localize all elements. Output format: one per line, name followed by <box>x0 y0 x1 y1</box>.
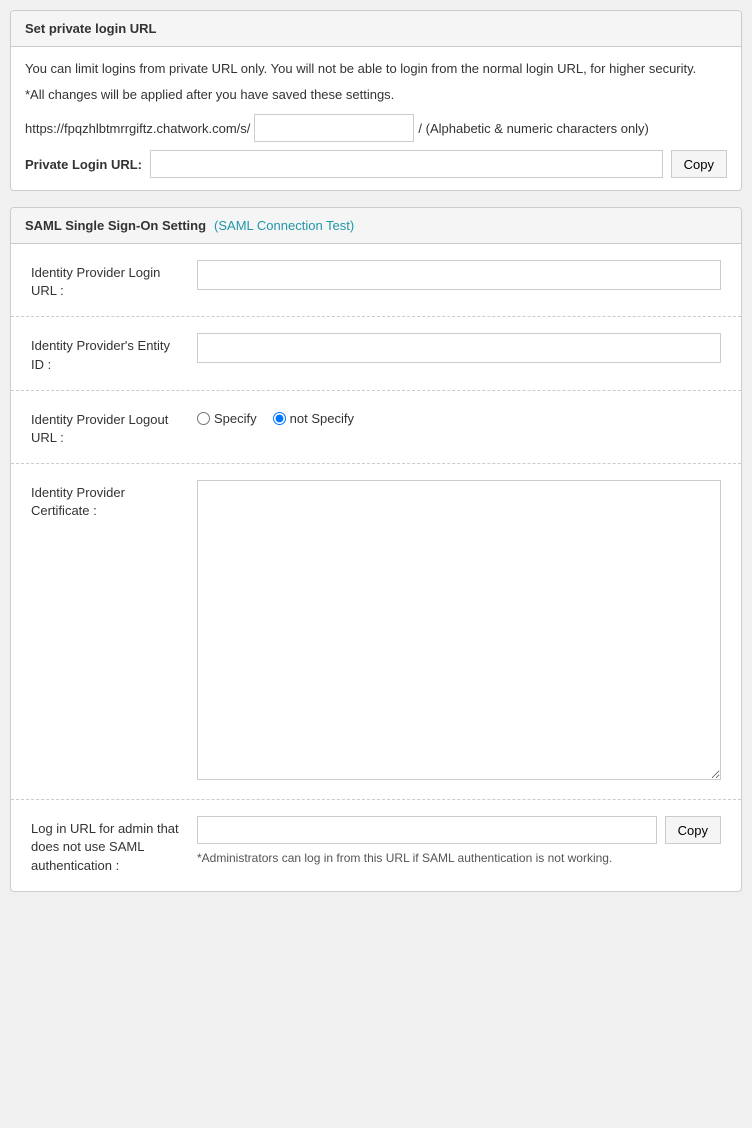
private-login-copy-button[interactable]: Copy <box>671 150 727 178</box>
idp-logout-url-field: Specify not Specify <box>197 407 721 426</box>
url-construction-row: https://fpqzhlbtmrrgiftz.chatwork.com/s/… <box>25 114 727 142</box>
idp-certificate-row: Identity Provider Certificate : <box>11 464 741 800</box>
saml-title: SAML Single Sign-On Setting <box>25 218 206 233</box>
url-suffix: / (Alphabetic & numeric characters only) <box>418 121 648 136</box>
saml-card: SAML Single Sign-On Setting (SAML Connec… <box>10 207 742 892</box>
idp-certificate-textarea[interactable] <box>197 480 721 780</box>
admin-login-url-input[interactable] <box>197 816 657 844</box>
private-login-row: Private Login URL: Copy <box>25 150 727 178</box>
specify-radio[interactable] <box>197 412 210 425</box>
admin-login-url-field: Copy *Administrators can log in from thi… <box>197 816 721 867</box>
idp-entity-id-row: Identity Provider's Entity ID : <box>11 317 741 390</box>
info-line1: You can limit logins from private URL on… <box>25 59 727 79</box>
idp-entity-id-field <box>197 333 721 363</box>
not-specify-option[interactable]: not Specify <box>273 411 354 426</box>
idp-certificate-field <box>197 480 721 783</box>
admin-note: *Administrators can log in from this URL… <box>197 850 721 867</box>
private-login-header: Set private login URL <box>11 11 741 47</box>
specify-label: Specify <box>214 411 257 426</box>
idp-logout-url-label: Identity Provider Logout URL : <box>31 407 181 447</box>
admin-url-row: Copy <box>197 816 721 844</box>
private-login-label: Private Login URL: <box>25 157 142 172</box>
admin-login-url-row: Log in URL for admin that does not use S… <box>11 800 741 891</box>
logout-url-radio-group: Specify not Specify <box>197 407 721 426</box>
idp-logout-url-row: Identity Provider Logout URL : Specify n… <box>11 391 741 464</box>
saml-header: SAML Single Sign-On Setting (SAML Connec… <box>11 208 741 244</box>
idp-certificate-label: Identity Provider Certificate : <box>31 480 181 520</box>
admin-copy-button[interactable]: Copy <box>665 816 721 844</box>
idp-login-url-label: Identity Provider Login URL : <box>31 260 181 300</box>
saml-body: Identity Provider Login URL : Identity P… <box>11 244 741 891</box>
idp-entity-id-input[interactable] <box>197 333 721 363</box>
idp-login-url-row: Identity Provider Login URL : <box>11 244 741 317</box>
private-login-body: You can limit logins from private URL on… <box>11 47 741 190</box>
idp-entity-id-label: Identity Provider's Entity ID : <box>31 333 181 373</box>
admin-login-url-label: Log in URL for admin that does not use S… <box>31 816 181 875</box>
private-login-card: Set private login URL You can limit logi… <box>10 10 742 191</box>
private-login-title: Set private login URL <box>25 21 156 36</box>
url-prefix: https://fpqzhlbtmrrgiftz.chatwork.com/s/ <box>25 121 250 136</box>
not-specify-radio[interactable] <box>273 412 286 425</box>
info-line2: *All changes will be applied after you h… <box>25 85 727 105</box>
idp-login-url-input[interactable] <box>197 260 721 290</box>
private-login-input[interactable] <box>150 150 663 178</box>
not-specify-label: not Specify <box>290 411 354 426</box>
saml-connection-test-link[interactable]: (SAML Connection Test) <box>214 218 354 233</box>
specify-option[interactable]: Specify <box>197 411 257 426</box>
url-slug-input[interactable] <box>254 114 414 142</box>
idp-login-url-field <box>197 260 721 290</box>
